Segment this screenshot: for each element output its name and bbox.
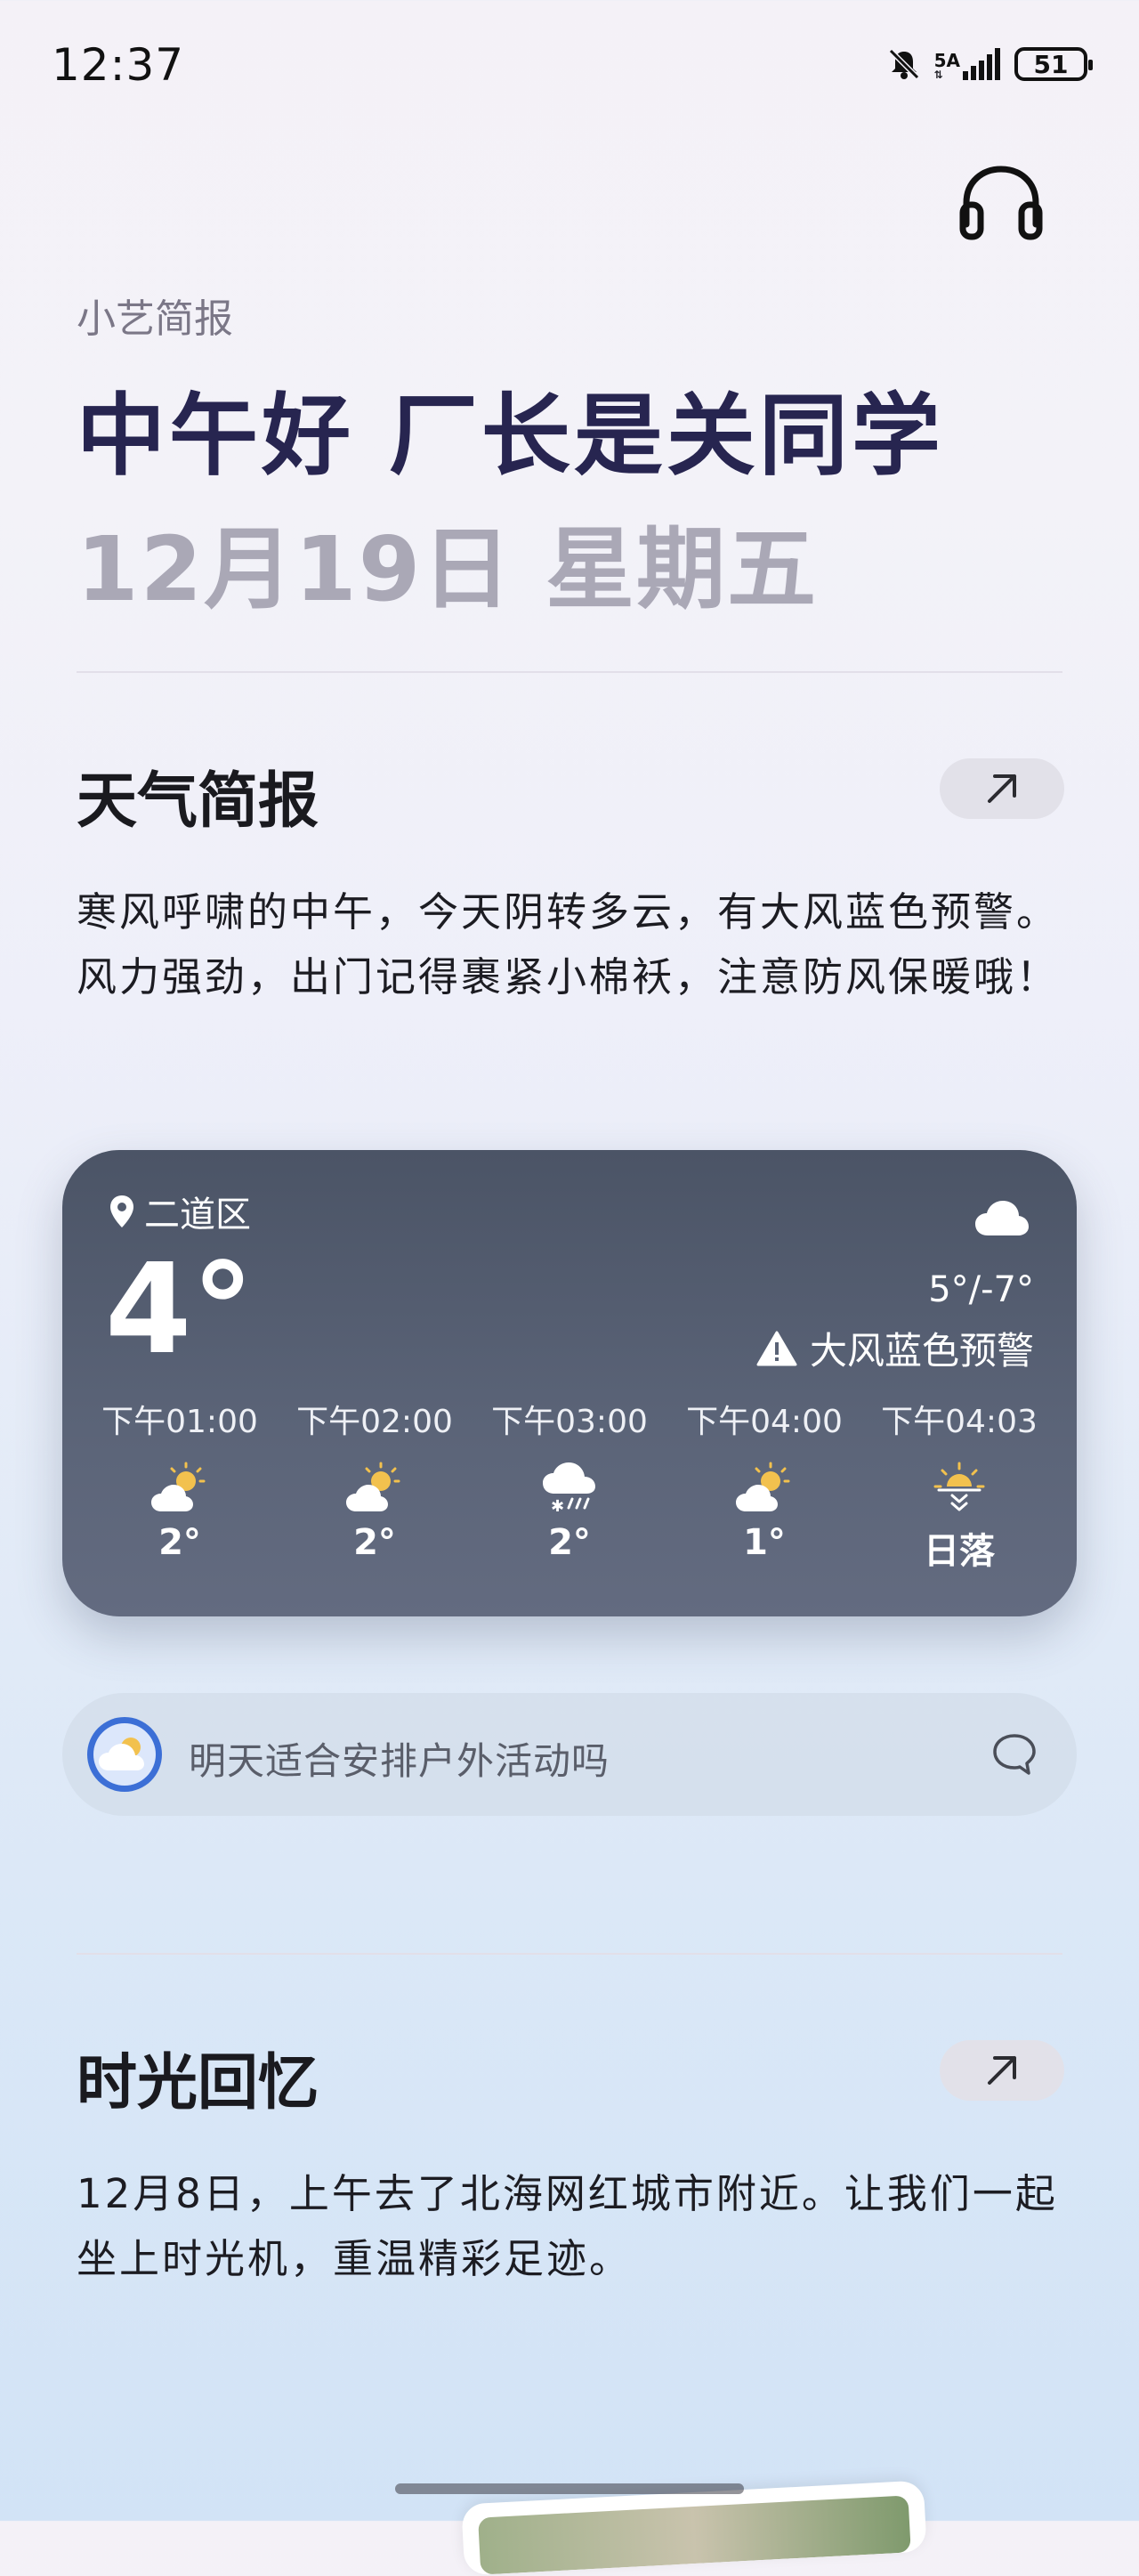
memory-open-button[interactable]	[940, 2040, 1064, 2101]
arrow-up-right-icon	[988, 2056, 1016, 2085]
weather-alert: 大风蓝色预警	[756, 1321, 1034, 1375]
forecast-time: 下午04:03	[881, 1404, 1038, 1440]
greeting-title: 中午好 厂长是关同学	[77, 384, 944, 488]
partly-cloudy-icon	[736, 1462, 790, 1511]
date-title: 12月19日 星期五	[77, 517, 819, 621]
sunset-icon	[933, 1462, 985, 1511]
memory-section-title: 时光回忆	[77, 2048, 319, 2118]
battery-icon: 51	[1014, 47, 1093, 81]
forecast-value: 日落	[924, 1531, 995, 1572]
memory-photo	[478, 2495, 911, 2575]
forecast-item: 下午04:00 1°	[668, 1396, 860, 1574]
weather-assistant-icon	[87, 1717, 162, 1792]
location-pin-icon	[110, 1195, 133, 1227]
forecast-item: 下午02:00 2°	[279, 1396, 471, 1574]
partly-cloudy-icon	[151, 1462, 206, 1511]
data-arrows-icon: ⇅	[933, 69, 943, 81]
status-time: 12:37	[52, 39, 185, 91]
weather-description: 寒风呼啸的中午，今天阴转多云，有大风蓝色预警。风力强劲，出门记得裹紧小棉袄，注意…	[77, 888, 1060, 1000]
location: 二道区	[109, 1186, 251, 1237]
location-name: 二道区	[144, 1195, 251, 1235]
snow-rain-icon: ✱	[543, 1462, 595, 1516]
temperature-range: 5°/-7°	[928, 1269, 1034, 1310]
memory-description: 12月8日，上午去了北海网红城市附近。让我们一起坐上时光机，重温精彩足迹。	[77, 2170, 1058, 2282]
forecast-value: 2°	[158, 1522, 201, 1563]
partly-cloudy-icon	[346, 1462, 400, 1511]
network-type: 5A	[933, 50, 960, 71]
warning-icon	[756, 1331, 797, 1365]
current-temperature: 4°	[105, 1237, 254, 1382]
cloud-icon	[975, 1201, 1029, 1235]
home-indicator[interactable]	[395, 2483, 744, 2494]
forecast-item: 下午04:03 日落	[863, 1396, 1055, 1574]
forecast-value: 2°	[548, 1522, 591, 1563]
weather-section-title: 天气简报	[77, 766, 319, 837]
suggestion-text: 明天适合安排户外活动吗	[189, 1739, 610, 1783]
forecast-item: 下午03:00 ✱ 2°	[473, 1396, 666, 1574]
brief-label: 小艺简报	[77, 296, 233, 342]
arrow-up-right-icon	[988, 774, 1016, 803]
weather-card[interactable]: 二道区 4° 5°/-7° 大风蓝色预警 下午01:00 2° 下午02:00	[62, 1150, 1077, 1616]
alert-text: 大风蓝色预警	[809, 1329, 1034, 1373]
forecast-value: 2°	[353, 1522, 396, 1563]
weather-open-button[interactable]	[940, 758, 1064, 819]
status-icons: 5A ⇅ 51	[886, 46, 1093, 82]
svg-text:✱: ✱	[551, 1497, 564, 1516]
divider	[77, 671, 1062, 673]
signal-icon	[963, 48, 1000, 80]
battery-level: 51	[1033, 49, 1069, 79]
forecast-time: 下午02:00	[296, 1404, 453, 1440]
divider	[77, 1953, 1062, 1955]
forecast-time: 下午03:00	[491, 1404, 648, 1440]
bell-off-icon	[888, 48, 919, 80]
forecast-time: 下午04:00	[686, 1404, 843, 1440]
suggestion-chip[interactable]: 明天适合安排户外活动吗	[62, 1693, 1077, 1816]
headphone-icon[interactable]	[957, 162, 1045, 240]
hourly-forecast: 下午01:00 2° 下午02:00 2° 下午03:00 ✱ 2° 下午04:…	[84, 1396, 1055, 1574]
chat-bubble-icon[interactable]	[991, 1732, 1038, 1777]
forecast-value: 1°	[743, 1522, 786, 1563]
forecast-item: 下午01:00 2°	[84, 1396, 276, 1574]
forecast-time: 下午01:00	[101, 1404, 258, 1440]
memory-photo-card[interactable]	[461, 2480, 927, 2576]
